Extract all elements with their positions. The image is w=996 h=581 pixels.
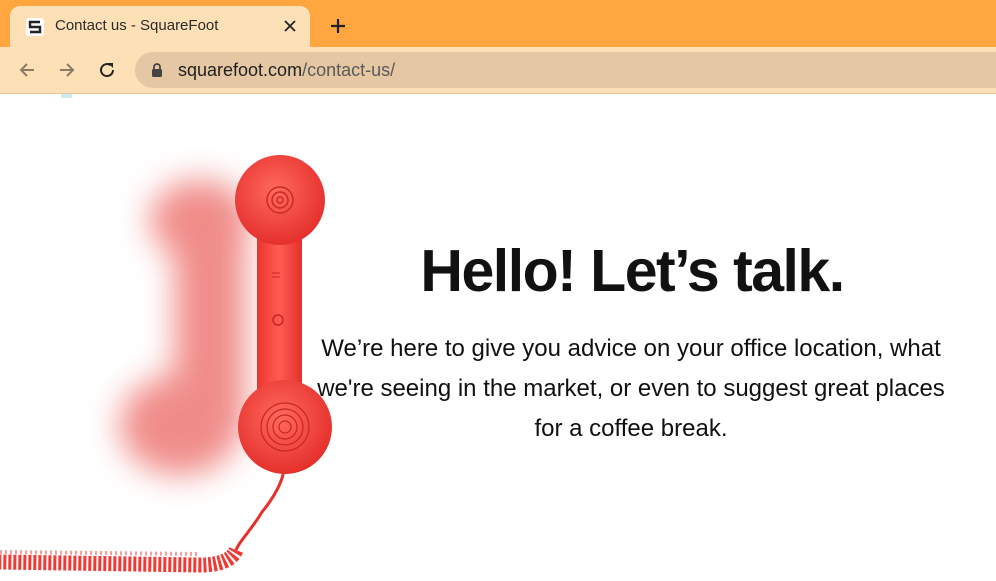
back-button[interactable]: [15, 58, 39, 82]
squarefoot-logo-icon: [26, 18, 44, 36]
browser-tab[interactable]: Contact us - SquareFoot: [10, 6, 310, 47]
url-host: squarefoot.com: [178, 60, 303, 80]
url-path: /contact-us/: [302, 60, 396, 80]
intro-text: We’re here to give you advice on your of…: [317, 335, 945, 442]
forward-button[interactable]: [55, 58, 79, 82]
plus-icon: [331, 19, 345, 33]
tab-strip: Contact us - SquareFoot: [0, 0, 996, 47]
arrow-right-icon: [60, 63, 75, 77]
page-title: Hello! Let’s talk.: [420, 238, 845, 304]
lock-icon: [152, 63, 162, 77]
tab-title: Contact us - SquareFoot: [55, 17, 219, 34]
red-telephone-handset-image: [0, 155, 332, 573]
address-bar[interactable]: squarefoot.com/contact-us/: [135, 52, 996, 88]
arrow-left-icon: [19, 63, 34, 77]
reload-icon: [100, 63, 115, 78]
reload-button[interactable]: [95, 58, 119, 82]
browser-toolbar: squarefoot.com/contact-us/: [0, 47, 996, 94]
url-text[interactable]: squarefoot.com/contact-us/: [178, 60, 395, 81]
close-icon[interactable]: [278, 14, 302, 38]
focus-indicator: [61, 94, 72, 98]
new-tab-button[interactable]: [325, 13, 351, 39]
